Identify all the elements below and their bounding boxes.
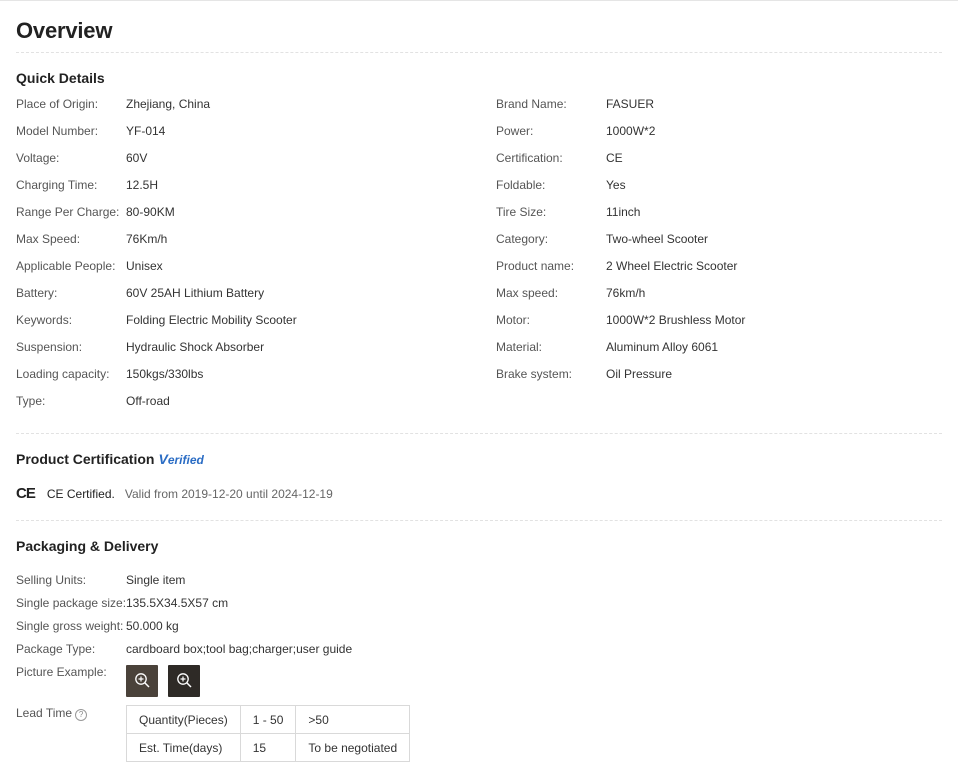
detail-label: Place of Origin:	[16, 97, 99, 111]
detail-label: Single package size:	[16, 596, 127, 610]
picture-example-thumbnail-2[interactable]	[168, 665, 200, 697]
detail-value: cardboard box;tool bag;charger;user guid…	[126, 642, 353, 656]
packaging-delivery-title: Packaging & Delivery	[16, 538, 159, 554]
detail-value: Yes	[606, 178, 626, 192]
detail-value: Oil Pressure	[606, 367, 673, 381]
detail-label: Brake system:	[496, 367, 573, 381]
detail-label: Brand Name:	[496, 97, 567, 111]
picture-example-thumbnail-1[interactable]	[126, 665, 158, 697]
detail-value: CE	[606, 151, 623, 165]
detail-label: Voltage:	[16, 151, 60, 165]
detail-value: Two-wheel Scooter	[606, 232, 709, 246]
detail-label: Suspension:	[16, 340, 83, 354]
help-icon[interactable]: ?	[75, 709, 88, 721]
certificate-row: CE CE Certified. Valid from 2019-12-20 u…	[16, 485, 333, 502]
ce-mark-icon: CE	[16, 485, 36, 502]
detail-value: Single item	[126, 573, 186, 587]
detail-value: 1000W*2	[606, 124, 656, 138]
detail-label: Foldable:	[496, 178, 546, 192]
quantity-header: Quantity(Pieces)	[126, 705, 241, 734]
est-time-header: Est. Time(days)	[126, 733, 241, 762]
detail-label: Package Type:	[16, 642, 96, 656]
detail-value: Zhejiang, China	[126, 97, 211, 111]
detail-label: Motor:	[496, 313, 531, 327]
certificate-validity: Valid from 2019-12-20 until 2024-12-19	[124, 486, 333, 501]
zoom-in-icon	[135, 673, 150, 688]
quantity-range-1: 1 - 50	[239, 705, 297, 734]
detail-value: Hydraulic Shock Absorber	[126, 340, 265, 354]
quick-details-title: Quick Details	[16, 70, 105, 86]
lead-time-table: Quantity(Pieces) 1 - 50 >50 Est. Time(da…	[126, 705, 411, 762]
table-row: Quantity(Pieces) 1 - 50 >50	[126, 705, 411, 734]
detail-value: 2 Wheel Electric Scooter	[606, 259, 738, 273]
divider	[16, 520, 942, 521]
detail-label: Range Per Charge:	[16, 205, 120, 219]
verified-check-icon: V	[158, 451, 168, 467]
detail-label: Material:	[496, 340, 543, 354]
est-time-1: 15	[239, 733, 297, 762]
detail-value: 50.000 kg	[126, 619, 179, 633]
picture-example-label: Picture Example:	[16, 665, 107, 679]
certificate-name: CE Certified.	[46, 486, 115, 501]
detail-value: 135.5X34.5X57 cm	[126, 596, 229, 610]
lead-time-label-text: Lead Time	[16, 706, 73, 720]
detail-value: 76km/h	[606, 286, 646, 300]
detail-value: Off-road	[126, 394, 170, 408]
detail-label: Max speed:	[496, 286, 559, 300]
detail-label: Type:	[16, 394, 46, 408]
product-certification-label: Product Certification	[16, 451, 155, 467]
quantity-range-2: >50	[295, 705, 411, 734]
detail-label: Loading capacity:	[16, 367, 110, 381]
detail-value: Aluminum Alloy 6061	[606, 340, 719, 354]
detail-label: Power:	[496, 124, 534, 138]
detail-value: 80-90KM	[126, 205, 175, 219]
detail-value: 60V	[126, 151, 148, 165]
detail-value: 12.5H	[126, 178, 159, 192]
verified-badge[interactable]: Verified	[158, 451, 204, 467]
detail-label: Selling Units:	[16, 573, 87, 587]
product-certification-title: Product Certification Verified	[16, 451, 204, 467]
detail-label: Charging Time:	[16, 178, 98, 192]
detail-value: YF-014	[126, 124, 166, 138]
detail-value: 1000W*2 Brushless Motor	[606, 313, 746, 327]
detail-label: Applicable People:	[16, 259, 116, 273]
verified-badge-text: erified	[167, 453, 204, 467]
divider	[16, 52, 942, 53]
top-border	[0, 0, 958, 1]
detail-label: Certification:	[496, 151, 563, 165]
detail-label: Tire Size:	[496, 205, 547, 219]
detail-label: Keywords:	[16, 313, 73, 327]
zoom-in-icon	[177, 673, 192, 688]
est-time-2: To be negotiated	[295, 733, 411, 762]
detail-value: 60V 25AH Lithium Battery	[126, 286, 265, 300]
detail-value: 150kgs/330lbs	[126, 367, 204, 381]
detail-label: Category:	[496, 232, 549, 246]
lead-time-label: Lead Time?	[16, 706, 88, 721]
divider	[16, 433, 942, 434]
detail-value: 11inch	[606, 205, 641, 219]
detail-label: Max Speed:	[16, 232, 81, 246]
detail-label: Model Number:	[16, 124, 99, 138]
page-title: Overview	[16, 18, 113, 43]
table-row: Est. Time(days) 15 To be negotiated	[126, 733, 411, 762]
detail-value: Unisex	[126, 259, 163, 273]
detail-label: Battery:	[16, 286, 58, 300]
detail-value: Folding Electric Mobility Scooter	[126, 313, 297, 327]
detail-label: Single gross weight:	[16, 619, 124, 633]
detail-value: 76Km/h	[126, 232, 168, 246]
detail-value: FASUER	[606, 97, 655, 111]
detail-label: Product name:	[496, 259, 575, 273]
